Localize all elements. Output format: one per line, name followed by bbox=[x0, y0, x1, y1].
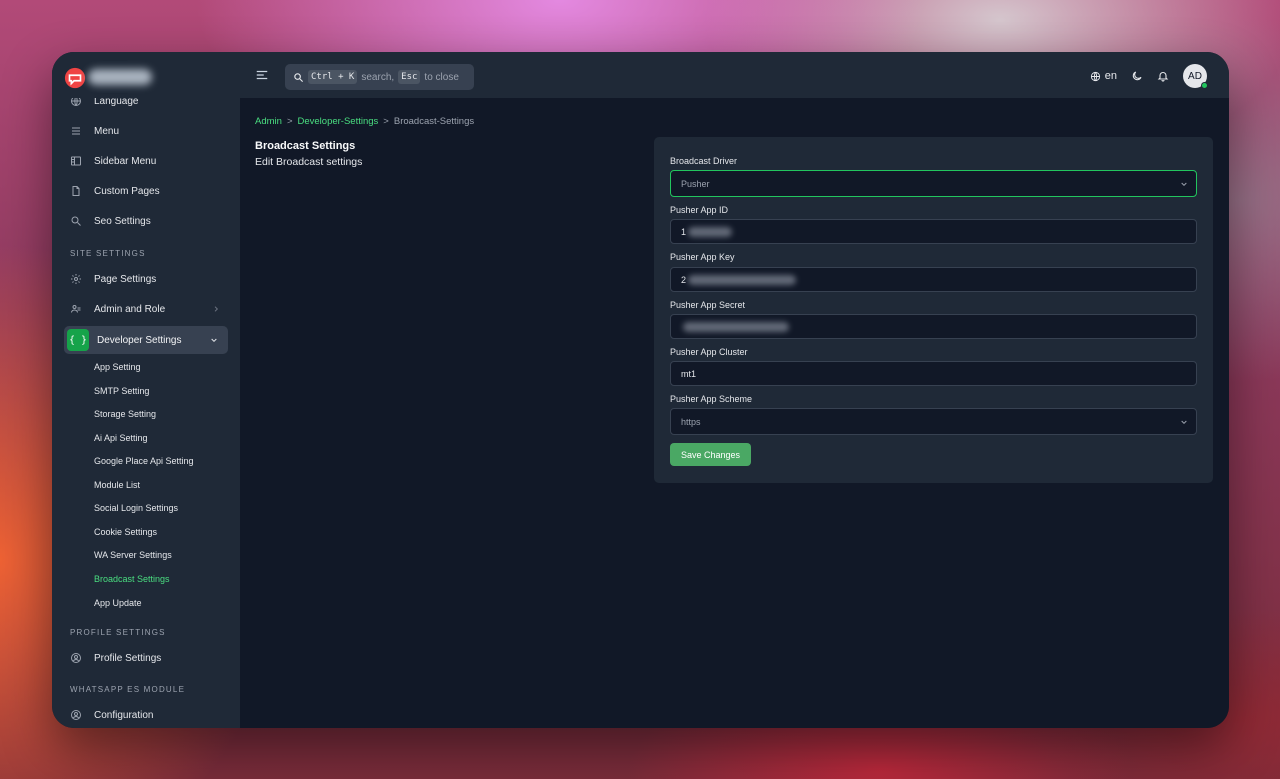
user-circle-icon bbox=[71, 710, 81, 720]
section-label-whatsapp-es-module: WHATSAPP ES MODULE bbox=[70, 685, 186, 694]
sidebar-item-developer-settings[interactable]: { } Developer Settings bbox=[64, 326, 228, 354]
sidebar-subitem-smtp-setting[interactable]: SMTP Setting bbox=[94, 386, 149, 396]
pusher-app-key-input[interactable]: 2 bbox=[670, 267, 1197, 292]
menu-icon bbox=[72, 127, 80, 135]
chevron-down-icon bbox=[211, 338, 217, 343]
sidebar-item-label: Custom Pages bbox=[94, 185, 160, 197]
sidebar-item-label: Admin and Role bbox=[94, 303, 166, 315]
pusher-app-key-value: 2 bbox=[681, 274, 687, 285]
breadcrumb-admin[interactable]: Admin bbox=[255, 116, 282, 127]
broadcast-driver-value: Pusher bbox=[681, 178, 710, 189]
chevron-down-icon bbox=[1181, 420, 1187, 424]
sidebar-item-profile-settings[interactable]: Profile Settings bbox=[70, 649, 161, 667]
sidebar-item-admin-and-role[interactable]: Admin and Role bbox=[70, 300, 165, 318]
breadcrumb: Admin > Developer-Settings > Broadcast-S… bbox=[255, 116, 474, 127]
redacted-value bbox=[688, 274, 797, 285]
pusher-app-secret-input[interactable] bbox=[670, 314, 1197, 339]
pusher-app-key-label: Pusher App Key bbox=[670, 252, 735, 262]
search-hint-text: to close bbox=[424, 71, 459, 83]
sidebar-item-label: Sidebar Menu bbox=[94, 155, 157, 167]
gear-icon bbox=[71, 274, 81, 284]
sidebar-item-menu[interactable]: Menu bbox=[70, 122, 119, 140]
pusher-app-cluster-label: Pusher App Cluster bbox=[670, 347, 748, 357]
pusher-app-scheme-label: Pusher App Scheme bbox=[670, 394, 753, 404]
sidebar-item-label: Menu bbox=[94, 125, 120, 137]
pusher-app-scheme-value: https bbox=[681, 416, 701, 427]
app-window: Language Menu Sidebar Menu Custom Pages … bbox=[52, 52, 1229, 728]
avatar-initials: AD bbox=[1188, 70, 1202, 82]
broadcast-driver-label: Broadcast Driver bbox=[670, 156, 738, 166]
breadcrumb-current: Broadcast-Settings bbox=[393, 116, 475, 127]
language-switcher[interactable]: en bbox=[1090, 70, 1117, 82]
broadcast-settings-form: Broadcast Driver Pusher Pusher App ID 1 … bbox=[654, 137, 1213, 483]
topbar-actions: en AD bbox=[1090, 64, 1208, 89]
chat-logo-icon bbox=[64, 67, 86, 89]
sidebar-item-sidebar-menu[interactable]: Sidebar Menu bbox=[70, 152, 156, 170]
moon-icon[interactable] bbox=[1131, 70, 1143, 82]
sidebar-subitem-ai-api-setting[interactable]: Ai Api Setting bbox=[94, 433, 148, 443]
topbar: Ctrl + K search, Esc to close en AD bbox=[52, 52, 1229, 98]
sidebar-subitem-google-place-api-setting[interactable]: Google Place Api Setting bbox=[94, 456, 194, 466]
sidebar-subitem-wa-server-settings[interactable]: WA Server Settings bbox=[94, 550, 172, 560]
breadcrumb-separator: > bbox=[383, 116, 389, 127]
pusher-app-cluster-value: mt1 bbox=[681, 368, 697, 379]
pusher-app-id-label: Pusher App ID bbox=[670, 205, 729, 215]
shortcut-key-open: Ctrl + K bbox=[308, 70, 358, 84]
pusher-app-secret-label: Pusher App Secret bbox=[670, 300, 746, 310]
search-input[interactable]: Ctrl + K search, Esc to close bbox=[285, 64, 474, 90]
sidebar-item-label: Developer Settings bbox=[97, 334, 182, 346]
redacted-value bbox=[683, 321, 789, 332]
sidebar-item-label: Page Settings bbox=[94, 273, 157, 285]
avatar[interactable]: AD bbox=[1183, 64, 1208, 89]
sidebar-subitem-broadcast-settings[interactable]: Broadcast Settings bbox=[94, 574, 170, 584]
sidebar: Language Menu Sidebar Menu Custom Pages … bbox=[52, 52, 240, 728]
save-changes-button[interactable]: Save Changes bbox=[670, 443, 751, 466]
globe-icon bbox=[1090, 71, 1100, 81]
bell-icon[interactable] bbox=[1157, 70, 1169, 82]
page-title: Broadcast Settings bbox=[255, 140, 356, 152]
pusher-app-cluster-input[interactable]: mt1 bbox=[670, 361, 1197, 386]
page-subtitle: Edit Broadcast settings bbox=[255, 156, 363, 168]
pusher-app-id-input[interactable]: 1 bbox=[670, 219, 1197, 244]
search-icon bbox=[294, 72, 304, 82]
pusher-app-id-value: 1 bbox=[681, 226, 687, 237]
sidebar-subitem-storage-setting[interactable]: Storage Setting bbox=[94, 409, 156, 419]
sidebar-subitem-cookie-settings[interactable]: Cookie Settings bbox=[94, 527, 157, 537]
online-status-dot bbox=[1201, 82, 1208, 89]
search-hint-text: search, bbox=[361, 71, 395, 83]
sidebar-item-custom-pages[interactable]: Custom Pages bbox=[70, 182, 160, 200]
sidebar-subitem-module-list[interactable]: Module List bbox=[94, 480, 140, 490]
braces-icon: { } bbox=[67, 329, 89, 351]
user-circle-icon bbox=[71, 653, 81, 663]
users-icon bbox=[71, 305, 81, 313]
broadcast-driver-select[interactable]: Pusher bbox=[670, 170, 1197, 197]
section-label-profile-settings: PROFILE SETTINGS bbox=[70, 628, 166, 637]
main-content: Admin > Developer-Settings > Broadcast-S… bbox=[240, 98, 1229, 728]
sidebar-subitem-app-update[interactable]: App Update bbox=[94, 598, 142, 608]
chevron-down-icon bbox=[1181, 182, 1187, 186]
brand-name bbox=[88, 69, 152, 85]
sidebar-item-configuration[interactable]: Configuration bbox=[70, 706, 153, 724]
breadcrumb-developer-settings[interactable]: Developer-Settings bbox=[298, 116, 379, 127]
pusher-app-scheme-select[interactable]: https bbox=[670, 408, 1197, 435]
chevron-right-icon bbox=[214, 306, 219, 312]
sidebar-item-page-settings[interactable]: Page Settings bbox=[70, 270, 156, 288]
sidebar-item-seo-settings[interactable]: Seo Settings bbox=[70, 212, 151, 230]
sidebar-subitem-social-login-settings[interactable]: Social Login Settings bbox=[94, 503, 178, 513]
shortcut-key-close: Esc bbox=[398, 70, 421, 84]
sidebar-subitem-app-setting[interactable]: App Setting bbox=[94, 362, 141, 372]
sidebar-item-label: Seo Settings bbox=[94, 215, 151, 227]
layout-icon bbox=[71, 156, 81, 166]
redacted-value bbox=[688, 226, 733, 237]
file-icon bbox=[72, 186, 80, 196]
sidebar-item-label: Configuration bbox=[94, 709, 154, 721]
sidebar-item-label: Profile Settings bbox=[94, 652, 162, 664]
hamburger-menu-icon[interactable] bbox=[255, 68, 269, 82]
search-icon bbox=[71, 216, 81, 226]
language-code: en bbox=[1104, 70, 1117, 82]
breadcrumb-separator: > bbox=[286, 116, 293, 127]
section-label-site-settings: SITE SETTINGS bbox=[70, 249, 146, 258]
